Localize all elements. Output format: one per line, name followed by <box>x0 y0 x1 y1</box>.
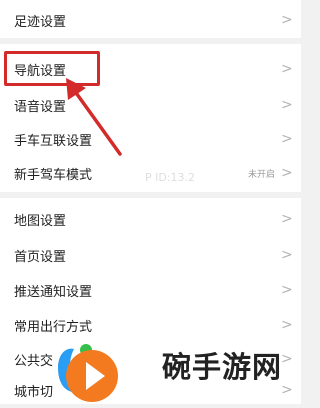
chevron-right-icon: > <box>281 282 293 298</box>
menu-item-common-travel-mode[interactable]: 常用出行方式 > <box>0 307 301 343</box>
menu-item-label: 地图设置 <box>14 213 67 229</box>
menu-item-footprint-settings[interactable]: 足迹设置 > <box>0 2 301 38</box>
menu-item-label: 手车互联设置 <box>14 133 93 149</box>
menu-item-label: 推送通知设置 <box>14 284 93 300</box>
settings-screen: 足迹设置 > 导航设置 > 语音设置 > 手车互联设置 > 新手驾车模式 未开启… <box>0 0 301 404</box>
menu-item-home-settings[interactable]: 首页设置 > <box>0 237 301 273</box>
menu-item-voice-settings[interactable]: 语音设置 > <box>0 87 301 123</box>
chevron-right-icon: > <box>281 317 293 333</box>
chevron-right-icon: > <box>281 12 293 28</box>
status-value: 未开启 <box>247 169 275 180</box>
menu-item-label: 新手驾车模式 <box>14 167 93 183</box>
chevron-right-icon: > <box>281 165 293 181</box>
chevron-right-icon: > <box>281 382 293 398</box>
menu-item-phone-car-link-settings[interactable]: 手车互联设置 > <box>0 121 301 157</box>
menu-item-label: 常用出行方式 <box>14 319 93 335</box>
chevron-right-icon: > <box>281 211 293 227</box>
menu-item-label: 足迹设置 <box>14 14 67 30</box>
red-arrow-icon <box>66 78 122 156</box>
chevron-right-icon: > <box>281 61 293 77</box>
chevron-right-icon: > <box>281 247 293 263</box>
logo-icon <box>58 344 118 402</box>
menu-item-map-settings[interactable]: 地图设置 > <box>0 201 301 237</box>
menu-item-label: 语音设置 <box>14 99 67 115</box>
menu-item-label: 首页设置 <box>14 249 67 265</box>
chevron-right-icon: > <box>281 351 293 367</box>
chevron-right-icon: > <box>281 131 293 147</box>
watermark: P ID:13.2 <box>145 171 196 184</box>
chevron-right-icon: > <box>281 97 293 113</box>
logo-text: 碗手游网 <box>162 350 283 384</box>
menu-item-push-notification-settings[interactable]: 推送通知设置 > <box>0 272 301 308</box>
